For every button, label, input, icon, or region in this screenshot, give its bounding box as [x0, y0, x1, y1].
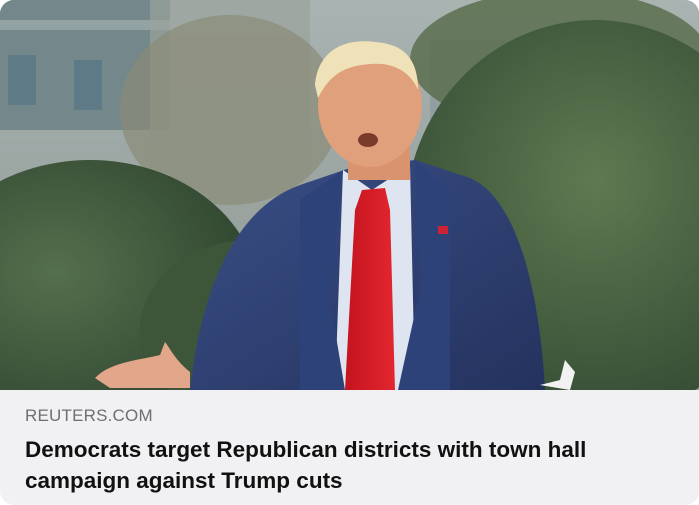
link-preview-card[interactable]: REUTERS.COM Democrats target Republican … — [0, 0, 699, 505]
source-domain: REUTERS.COM — [25, 406, 153, 425]
preview-image[interactable] — [0, 0, 699, 390]
article-headline[interactable]: Democrats target Republican districts wi… — [25, 434, 675, 496]
preview-meta: REUTERS.COM Democrats target Republican … — [0, 390, 699, 505]
photo-illustration — [0, 0, 699, 390]
